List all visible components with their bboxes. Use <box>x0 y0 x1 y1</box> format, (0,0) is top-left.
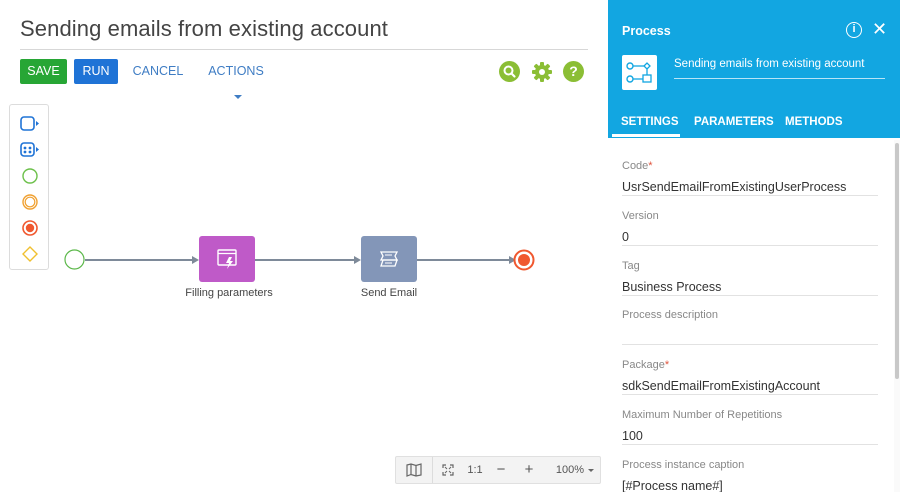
max-repetitions-input[interactable]: 100 <box>622 423 878 445</box>
zoom-toolbar: 1:1 − + 100% <box>395 456 601 484</box>
code-field: Code* UsrSendEmailFromExistingUserProces… <box>622 160 878 196</box>
start-event[interactable] <box>64 249 85 270</box>
tab-methods[interactable]: METHODS <box>785 116 843 128</box>
end-event[interactable] <box>513 249 535 271</box>
code-label: Code <box>622 160 649 172</box>
field-label: Package* <box>622 359 878 373</box>
tag-field: Tag Business Process <box>622 260 878 296</box>
close-icon[interactable]: ✕ <box>872 20 887 38</box>
process-designer: Sending emails from existing account SAV… <box>0 0 608 492</box>
version-field: Version 0 <box>622 210 878 246</box>
save-button[interactable]: SAVE <box>20 59 67 84</box>
connector-line[interactable] <box>85 259 193 261</box>
code-input[interactable]: UsrSendEmailFromExistingUserProcess <box>622 174 878 196</box>
arrow-head-icon <box>192 256 199 264</box>
field-label: Code* <box>622 160 878 174</box>
run-button[interactable]: RUN <box>74 59 118 84</box>
arrow-head-icon <box>354 256 361 264</box>
element-palette <box>9 104 49 270</box>
gear-icon[interactable] <box>531 61 552 82</box>
zoom-in-button[interactable]: + <box>520 457 538 483</box>
properties-panel: Process i ✕ Sending emails from existing… <box>608 0 900 492</box>
max-repetitions-field: Maximum Number of Repetitions 100 <box>622 409 878 445</box>
gateway-icon[interactable] <box>20 245 40 263</box>
send-email-task[interactable] <box>361 236 417 282</box>
user-task-icon[interactable] <box>20 115 40 133</box>
zoom-level-value: 100% <box>555 464 585 476</box>
info-icon[interactable]: i <box>846 22 862 38</box>
tab-parameters[interactable]: PARAMETERS <box>694 116 774 128</box>
instance-caption-label: Process instance caption <box>622 459 745 471</box>
intermediate-event-icon[interactable] <box>20 193 40 211</box>
divider <box>432 457 433 483</box>
node-label: Send Email <box>360 287 418 299</box>
tab-settings[interactable]: SETTINGS <box>621 116 679 128</box>
description-label: Process description <box>622 309 718 321</box>
fit-screen-icon[interactable] <box>438 457 458 483</box>
max-repetitions-label: Maximum Number of Repetitions <box>622 409 783 421</box>
process-name-field[interactable]: Sending emails from existing account <box>674 58 885 79</box>
tag-input[interactable]: Business Process <box>622 274 878 296</box>
required-marker: * <box>664 359 670 371</box>
active-tab-indicator <box>612 134 680 137</box>
diagram-canvas: Filling parameters Send Email <box>60 225 580 315</box>
help-icon[interactable]: ? <box>563 61 584 82</box>
instance-caption-field: Process instance caption [#Process name#… <box>622 459 878 492</box>
process-icon <box>622 55 657 90</box>
required-marker: * <box>648 160 653 172</box>
caret-down-icon <box>588 468 595 472</box>
caret-down-icon <box>234 94 242 99</box>
package-input[interactable]: sdkSendEmailFromExistingAccount <box>622 373 878 395</box>
panel-title: Process <box>622 24 671 38</box>
actual-size-button[interactable]: 1:1 <box>464 457 486 483</box>
actions-menu-button[interactable]: ACTIONS <box>203 59 269 99</box>
package-label: Package <box>622 359 665 371</box>
instance-caption-input[interactable]: [#Process name#] <box>622 473 878 492</box>
map-icon[interactable] <box>396 457 432 483</box>
end-event-icon[interactable] <box>20 219 40 237</box>
scrollbar-thumb[interactable] <box>895 143 899 379</box>
tag-label: Tag <box>622 260 640 272</box>
connector-line[interactable] <box>255 259 355 261</box>
cancel-button[interactable]: CANCEL <box>132 59 184 84</box>
version-input[interactable]: 0 <box>622 224 878 246</box>
panel-header: Process i ✕ Sending emails from existing… <box>608 0 900 138</box>
actions-label: ACTIONS <box>208 64 264 78</box>
zoom-level-select[interactable]: 100% <box>552 457 598 483</box>
node-label: Filling parameters <box>185 287 273 299</box>
start-event-icon[interactable] <box>20 167 40 185</box>
filling-parameters-task[interactable] <box>199 236 255 282</box>
script-task-icon[interactable] <box>20 141 40 159</box>
connector-line[interactable] <box>417 259 510 261</box>
page-title: Sending emails from existing account <box>20 16 588 50</box>
description-input[interactable] <box>622 323 878 345</box>
search-icon[interactable] <box>499 61 520 82</box>
description-field: Process description <box>622 309 878 345</box>
package-field: Package* sdkSendEmailFromExistingAccount <box>622 359 878 395</box>
version-label: Version <box>622 210 659 222</box>
zoom-out-button[interactable]: − <box>492 457 510 483</box>
